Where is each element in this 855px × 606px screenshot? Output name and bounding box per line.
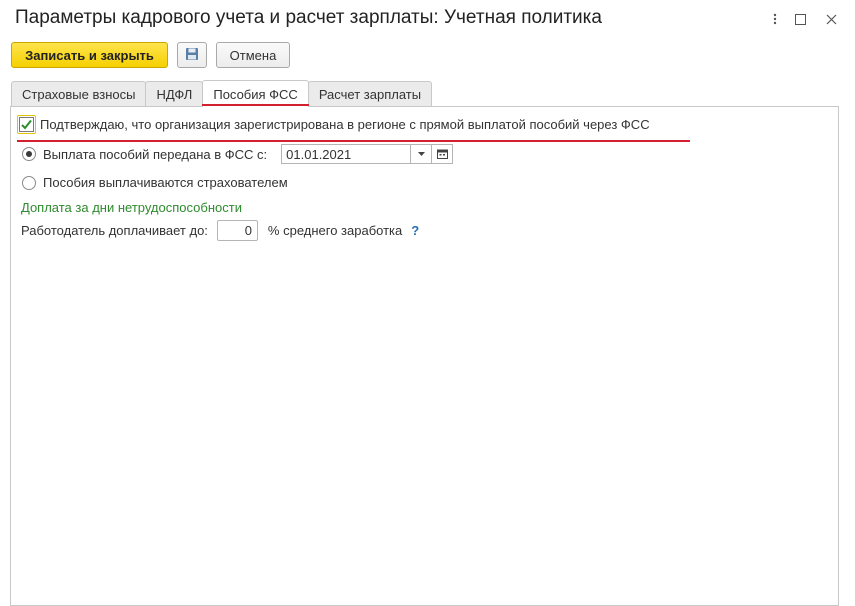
calendar-icon[interactable] [431,145,452,163]
confirm-direct-payments-row: Подтверждаю, что организация зарегистрир… [17,115,650,134]
surcharge-percent-input[interactable]: 0 [216,220,258,241]
checkmark-icon [21,119,32,130]
confirm-direct-payments-label: Подтверждаю, что организация зарегистрир… [40,117,650,132]
window-title: Параметры кадрового учета и расчет зарпл… [15,7,602,28]
save-button[interactable] [177,42,207,68]
percent-suffix-label: % среднего заработка [267,223,403,238]
confirm-direct-payments-checkbox[interactable] [19,117,34,132]
surcharge-section-title: Доплата за дни нетрудоспособности [21,200,242,215]
fss-transfer-date-field[interactable]: 01.01.2021 [281,144,454,164]
maximize-icon[interactable] [785,10,816,28]
floppy-disk-icon [185,47,199,64]
tab-fss-benefits[interactable]: Пособия ФСС [202,80,310,107]
radio-insurer-payments[interactable] [22,175,36,190]
close-icon[interactable] [816,10,847,28]
toolbar: Записать и закрыть Отмена [11,42,290,68]
tab-ndfl[interactable]: НДФЛ [145,81,204,107]
radio-insurer-row: Пособия выплачиваются страхователем [22,175,288,190]
radio-insurer-label: Пособия выплачиваются страхователем [43,175,288,190]
confirm-checkbox-focus [17,115,36,134]
highlight-underline [17,140,690,142]
radio-direct-row: Выплата пособий передана в ФСС с: 01.01.… [22,144,454,164]
radio-selected-dot [26,151,32,157]
employer-surcharge-row: Работодатель доплачивает до: 0 % среднег… [21,220,419,241]
tab-payroll[interactable]: Расчет зарплаты [307,81,433,107]
tab-insurance-contributions[interactable]: Страховые взносы [11,81,147,107]
radio-direct-payments[interactable] [22,147,36,161]
save-and-close-button[interactable]: Записать и закрыть [11,42,168,68]
employer-surcharge-label: Работодатель доплачивает до: [21,223,208,238]
more-vertical-icon[interactable] [765,10,785,28]
fss-transfer-date-value: 01.01.2021 [286,146,352,162]
window-controls [765,10,847,28]
chevron-down-icon[interactable] [410,145,431,163]
tab-bar: Страховые взносы НДФЛ Пособия ФСС Расчет… [11,80,433,107]
help-icon[interactable]: ? [411,223,419,238]
radio-direct-label: Выплата пособий передана в ФСС с: [43,146,268,162]
cancel-button[interactable]: Отмена [216,42,290,68]
